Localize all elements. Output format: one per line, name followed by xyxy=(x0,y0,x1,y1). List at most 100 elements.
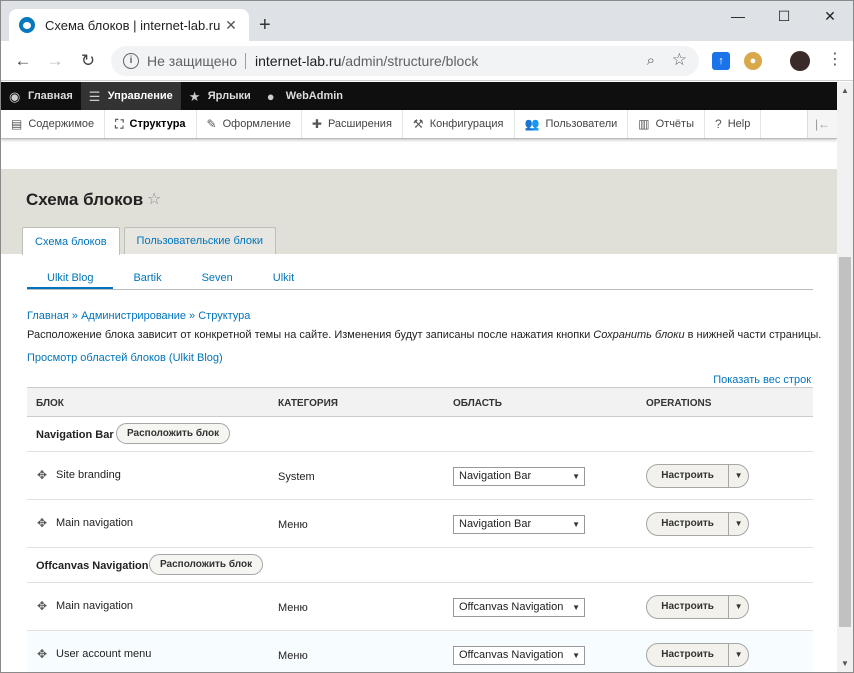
drupal-favicon-icon xyxy=(19,17,35,33)
url-path: /admin/structure/block xyxy=(341,53,479,69)
region-select[interactable]: Navigation Bar ▼ xyxy=(453,467,585,486)
tray-item-reports[interactable]: ▥ Отчёты xyxy=(628,110,705,138)
add-shortcut-star-icon[interactable]: ☆ xyxy=(147,189,161,209)
region-select[interactable]: Navigation Bar ▼ xyxy=(453,515,585,534)
breadcrumb[interactable]: Главная » Администрирование » Структура xyxy=(27,310,250,322)
toolbar-item-user[interactable]: ● WebAdmin xyxy=(259,82,351,110)
extension-arrow-icon[interactable]: ↑ xyxy=(712,52,730,70)
place-block-button[interactable]: Расположить блок xyxy=(116,423,231,444)
omnibox-separator xyxy=(245,53,246,69)
show-row-weights-link[interactable]: Показать вес строк xyxy=(713,374,811,386)
drag-handle-icon[interactable]: ✥ xyxy=(37,516,47,530)
new-tab-button[interactable]: + xyxy=(259,13,271,37)
configure-button[interactable]: Настроить xyxy=(647,644,728,666)
admin-toolbar: ◉ Главная ☰ Управление ★ Ярлыки ● WebAdmin xyxy=(1,82,837,110)
tray-item-people[interactable]: 👥 Пользователи xyxy=(515,110,629,138)
page-description: Расположение блока зависит от конкретной… xyxy=(27,329,822,341)
block-name: User account menu xyxy=(56,648,152,660)
configure-button[interactable]: Настроить xyxy=(647,596,728,618)
table-row: ✥ Main navigation Меню Offcanvas Navigat… xyxy=(27,583,813,631)
theme-tab-seven[interactable]: Seven xyxy=(182,267,253,289)
operations-dropdown-icon[interactable]: ▼ xyxy=(728,513,748,535)
bookmark-star-icon[interactable]: ☆ xyxy=(672,50,687,70)
toolbar-item-shortcuts[interactable]: ★ Ярлыки xyxy=(181,82,259,110)
configure-button-group: Настроить ▼ xyxy=(646,595,749,619)
omnibox[interactable]: i Не защищено internet-lab.ru /admin/str… xyxy=(111,46,699,76)
drag-handle-icon[interactable]: ✥ xyxy=(37,599,47,613)
profile-avatar[interactable] xyxy=(790,51,810,71)
configure-button-group: Настроить ▼ xyxy=(646,464,749,488)
table-row: ✥ Site branding System Navigation Bar ▼ Н… xyxy=(27,452,813,500)
block-category: Меню xyxy=(278,519,308,531)
scroll-down-icon[interactable]: ▼ xyxy=(841,659,849,668)
browser-tab[interactable]: Схема блоков | internet-lab.ru ✕ xyxy=(9,9,249,41)
theme-tab-ulkit-blog[interactable]: Ulkit Blog xyxy=(27,267,114,289)
scrollbar-thumb[interactable] xyxy=(839,257,851,627)
operations-dropdown-icon[interactable]: ▼ xyxy=(728,644,748,666)
theme-tab-bartik[interactable]: Bartik xyxy=(113,267,181,289)
wrench-icon: ⚒ xyxy=(412,117,424,131)
drag-handle-icon[interactable]: ✥ xyxy=(37,647,47,661)
configure-button[interactable]: Настроить xyxy=(647,465,728,487)
puzzle-icon: ✚ xyxy=(311,117,322,131)
drag-handle-icon[interactable]: ✥ xyxy=(37,468,47,482)
region-select[interactable]: Offcanvas Navigation ▼ xyxy=(453,646,585,665)
tray-item-extend[interactable]: ✚ Расширения xyxy=(302,110,403,138)
tray-item-config[interactable]: ⚒ Конфигурация xyxy=(403,110,515,138)
url-host: internet-lab.ru xyxy=(255,53,342,69)
tray-item-content[interactable]: ▤ Содержимое xyxy=(1,110,106,138)
address-bar-row: ← → ↻ i Не защищено internet-lab.ru /adm… xyxy=(1,41,853,81)
minimize-button[interactable]: — xyxy=(715,1,761,31)
region-title: Offcanvas Navigation xyxy=(36,560,149,572)
operations-dropdown-icon[interactable]: ▼ xyxy=(728,596,748,618)
block-category: Меню xyxy=(278,650,308,662)
demo-regions-link[interactable]: Просмотр областей блоков (Ulkit Blog) xyxy=(27,352,223,364)
place-block-button[interactable]: Расположить блок xyxy=(149,554,264,575)
tray-orientation-toggle-icon[interactable]: |← xyxy=(807,110,837,138)
region-row: Offcanvas Navigation Расположить блок xyxy=(27,548,813,583)
brush-icon: ✎ xyxy=(206,117,217,131)
page-scrollbar[interactable]: ▲ ▼ xyxy=(837,82,853,672)
primary-tabs: Схема блоков Пользовательские блоки xyxy=(22,227,280,255)
block-name: Main navigation xyxy=(56,600,134,612)
back-arrow-icon[interactable]: ← xyxy=(13,51,33,71)
menu-icon: ☰ xyxy=(88,88,101,104)
theme-tab-ulkit[interactable]: Ulkit xyxy=(253,267,314,289)
toolbar-item-manage[interactable]: ☰ Управление xyxy=(80,82,181,110)
page-title: Схема блоков xyxy=(26,190,144,209)
blocks-table: БЛОК КАТЕГОРИЯ ОБЛАСТЬ OPERATIONS Naviga… xyxy=(27,387,813,672)
cookie-extension-icon[interactable]: ● xyxy=(744,52,762,70)
tab-custom-blocks[interactable]: Пользовательские блоки xyxy=(123,227,276,254)
close-window-button[interactable]: ✕ xyxy=(807,1,853,31)
theme-tabs: Ulkit Blog Bartik Seven Ulkit xyxy=(27,267,813,290)
operations-dropdown-icon[interactable]: ▼ xyxy=(728,465,748,487)
region-select[interactable]: Offcanvas Navigation ▼ xyxy=(453,598,585,617)
people-icon: 👥 xyxy=(524,117,540,131)
dropdown-arrow-icon: ▼ xyxy=(572,520,580,529)
maximize-button[interactable]: ☐ xyxy=(761,1,807,31)
reload-icon[interactable]: ↻ xyxy=(78,51,98,71)
browser-menu-icon[interactable]: ⋮ xyxy=(827,50,843,70)
admin-tray: ▤ Содержимое ⛶ Структура ✎ Оформление ✚ Расш… xyxy=(1,110,837,139)
info-icon[interactable]: i xyxy=(123,53,139,69)
table-header: БЛОК КАТЕГОРИЯ ОБЛАСТЬ OPERATIONS xyxy=(27,387,813,417)
dropdown-arrow-icon: ▼ xyxy=(572,603,580,612)
configure-button[interactable]: Настроить xyxy=(647,513,728,535)
column-header-block: БЛОК xyxy=(36,398,64,409)
scroll-up-icon[interactable]: ▲ xyxy=(841,86,849,95)
region-row: Navigation Bar Расположить блок xyxy=(27,417,813,452)
toolbar-item-home[interactable]: ◉ Главная xyxy=(1,82,81,110)
tray-item-help[interactable]: ? Help xyxy=(705,110,762,138)
tab-block-layout[interactable]: Схема блоков xyxy=(22,227,120,255)
column-header-region: ОБЛАСТЬ xyxy=(453,398,502,409)
forward-arrow-icon[interactable]: → xyxy=(45,51,65,71)
tray-item-structure[interactable]: ⛶ Структура xyxy=(105,110,197,138)
tab-close-icon[interactable]: ✕ xyxy=(223,17,239,34)
help-icon: ? xyxy=(715,117,722,131)
search-icon[interactable]: ⌕ xyxy=(647,52,655,69)
security-label: Не защищено xyxy=(147,53,237,69)
browser-window: Схема блоков | internet-lab.ru ✕ + — ☐ ✕… xyxy=(0,0,854,673)
reports-icon: ▥ xyxy=(638,117,650,131)
tray-item-appearance[interactable]: ✎ Оформление xyxy=(197,110,302,138)
dropdown-arrow-icon: ▼ xyxy=(572,472,580,481)
